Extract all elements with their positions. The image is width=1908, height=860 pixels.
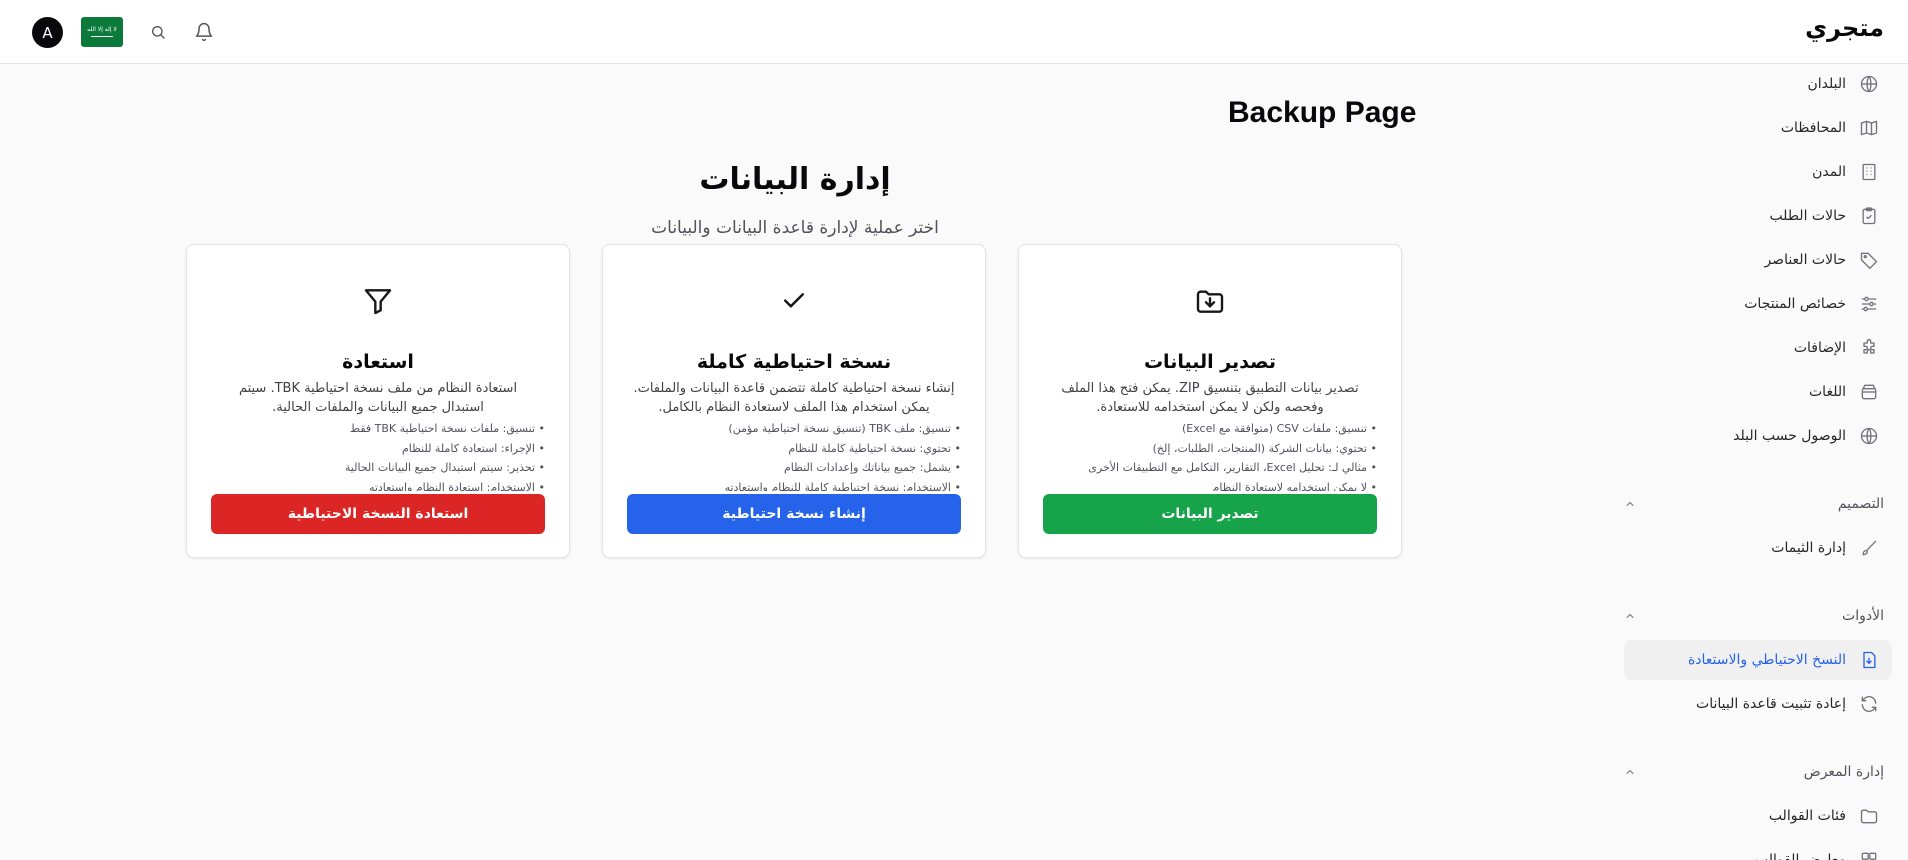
map-icon [1858,117,1880,139]
sidebar-item-backup-restore[interactable]: النسخ الاحتياطي والاستعادة [1624,640,1892,680]
restore-card: استعادة استعادة النظام من ملف نسخة احتيا… [186,244,570,558]
sidebar-group-tools[interactable]: الأدوات [1624,604,1884,628]
full-backup-card: نسخة احتياطية كاملة إنشاء نسخة احتياطية … [602,244,986,558]
sidebar-item-country-access[interactable]: الوصول حسب البلد [1624,416,1892,456]
sidebar-item-label: فئات القوالب [1768,808,1846,824]
card-bullet: يشمل: جميع بياناتك وإعدادات النظام [627,458,961,478]
sidebar-item-governorates[interactable]: المحافظات [1624,108,1892,148]
sidebar-item-label: المحافظات [1780,120,1846,136]
card-description: إنشاء نسخة احتياطية كاملة تتضمن قاعدة ال… [633,381,955,415]
sidebar-item-theme-management[interactable]: إدارة الثيمات [1624,528,1892,568]
card-title: تصدير البيانات [1143,351,1277,373]
card-bullets: تنسيق: ملفات نسخة احتياطية TBK فقط الإجر… [211,419,545,491]
sidebar-item-item-statuses[interactable]: حالات العناصر [1624,240,1892,280]
sidebar: البلدان المحافظات المدن حالات الطلب حالا… [1608,64,1908,860]
refresh-icon [1858,693,1880,715]
sidebar-group-label: التصميم [1837,496,1884,512]
top-bar: متجري A لا إله إلا الله [0,0,1908,64]
card-bullets: تنسيق: ملفات CSV (متوافقة مع Excel) تحتو… [1043,419,1377,491]
card-bullet: الاستخدام: استعادة النظام واستعادته [211,478,545,492]
card-bullet: الإجراء: استعادة كاملة للنظام [211,439,545,459]
card-title: نسخة احتياطية كاملة [696,351,892,373]
sidebar-item-label: حالات الطلب [1769,208,1846,224]
sidebar-item-label: خصائص المنتجات [1744,296,1846,312]
sidebar-item-label: اللغات [1809,384,1846,400]
sidebar-group-label: الأدوات [1842,608,1884,624]
card-bullet: لا يمكن استخدامه لاستعادة النظام [1043,478,1377,492]
sidebar-group-design[interactable]: التصميم [1624,492,1884,516]
sidebar-item-label: الوصول حسب البلد [1733,428,1846,444]
sidebar-item-order-statuses[interactable]: حالات الطلب [1624,196,1892,236]
card-bullet: الاستخدام: نسخة احتياطية كاملة للنظام وا… [627,478,961,492]
section-subtitle: اختر عملية لإدارة قاعدة البيانات والبيان… [651,218,939,238]
card-bullets: تنسيق: ملف TBK (تنسيق نسخة احتياطية مؤمن… [627,419,961,491]
sidebar-group-label: إدارة المعرض [1803,764,1884,780]
section-title: إدارة البيانات [699,162,891,197]
sidebar-item-countries[interactable]: البلدان [1624,64,1892,104]
sidebar-item-template-galleries[interactable]: معارض القوالب [1624,840,1892,860]
puzzle-icon [1858,337,1880,359]
card-bullet: مثالي لـ: تحليل Excel، التقارير، التكامل… [1043,458,1377,478]
sidebar-item-label: النسخ الاحتياطي والاستعادة [1687,652,1846,668]
file-download-icon [1858,649,1880,671]
card-bullet: تحذير: سيتم استبدال جميع البيانات الحالي… [211,458,545,478]
globe-icon [1858,425,1880,447]
tag-icon [1858,249,1880,271]
search-icon[interactable] [146,20,170,44]
page-title: Backup Page [1228,96,1417,129]
restore-backup-button[interactable]: استعادة النسخة الاحتياطية [211,494,545,534]
sidebar-item-label: الإضافات [1793,340,1846,356]
sidebar-item-reinstall-database[interactable]: إعادة تثبيت قاعدة البيانات [1624,684,1892,724]
export-data-card: تصدير البيانات تصدير بيانات التطبيق بتنس… [1018,244,1402,558]
flag-script: لا إله إلا الله [87,25,117,33]
chevron-up-icon[interactable] [1624,495,1636,514]
sidebar-group-gallery[interactable]: إدارة المعرض [1624,760,1884,784]
chevron-up-icon[interactable] [1624,763,1636,782]
grid-icon [1858,849,1880,860]
card-description: استعادة النظام من ملف نسخة احتياطية TBK.… [238,381,518,415]
check-icon [603,285,985,319]
export-data-button[interactable]: تصدير البيانات [1043,494,1377,534]
flag-sword [91,35,113,38]
card-bullet: تنسيق: ملفات نسخة احتياطية TBK فقط [211,419,545,439]
card-bullet: تنسيق: ملفات CSV (متوافقة مع Excel) [1043,419,1377,439]
building-icon [1858,161,1880,183]
sidebar-item-product-attributes[interactable]: خصائص المنتجات [1624,284,1892,324]
bell-icon[interactable] [192,20,216,44]
sidebar-item-languages[interactable]: اللغات [1624,372,1892,412]
globe-icon [1858,73,1880,95]
sidebar-item-label: المدن [1812,164,1846,180]
sidebar-item-label: معارض القوالب [1754,852,1846,860]
sidebar-item-label: إعادة تثبيت قاعدة البيانات [1696,696,1846,712]
sidebar-item-addons[interactable]: الإضافات [1624,328,1892,368]
card-description: تصدير بيانات التطبيق بتنسيق ZIP. يمكن فت… [1061,381,1359,415]
folder-icon [1858,805,1880,827]
archive-icon [1858,381,1880,403]
chevron-up-icon[interactable] [1624,607,1636,626]
clipboard-check-icon [1858,205,1880,227]
sidebar-item-label: البلدان [1807,76,1846,92]
folder-download-icon [1019,285,1401,319]
create-backup-button[interactable]: إنشاء نسخة احتياطية [627,494,961,534]
language-flag-button[interactable]: لا إله إلا الله [81,17,123,47]
sidebar-item-label: حالات العناصر [1764,252,1846,268]
sidebar-item-cities[interactable]: المدن [1624,152,1892,192]
card-bullet: تحتوي: بيانات الشركة (المنتجات، الطلبات،… [1043,439,1377,459]
card-bullet: تحتوي: نسخة احتياطية كاملة للنظام [627,439,961,459]
card-title: استعادة [342,351,414,373]
user-avatar[interactable]: A [32,17,63,48]
card-bullet: تنسيق: ملف TBK (تنسيق نسخة احتياطية مؤمن… [627,419,961,439]
sliders-icon [1858,293,1880,315]
filter-icon [187,285,569,319]
brand-title[interactable]: متجري [1805,14,1884,42]
sidebar-item-label: إدارة الثيمات [1771,540,1846,556]
brush-icon [1858,537,1880,559]
sidebar-item-template-categories[interactable]: فئات القوالب [1624,796,1892,836]
